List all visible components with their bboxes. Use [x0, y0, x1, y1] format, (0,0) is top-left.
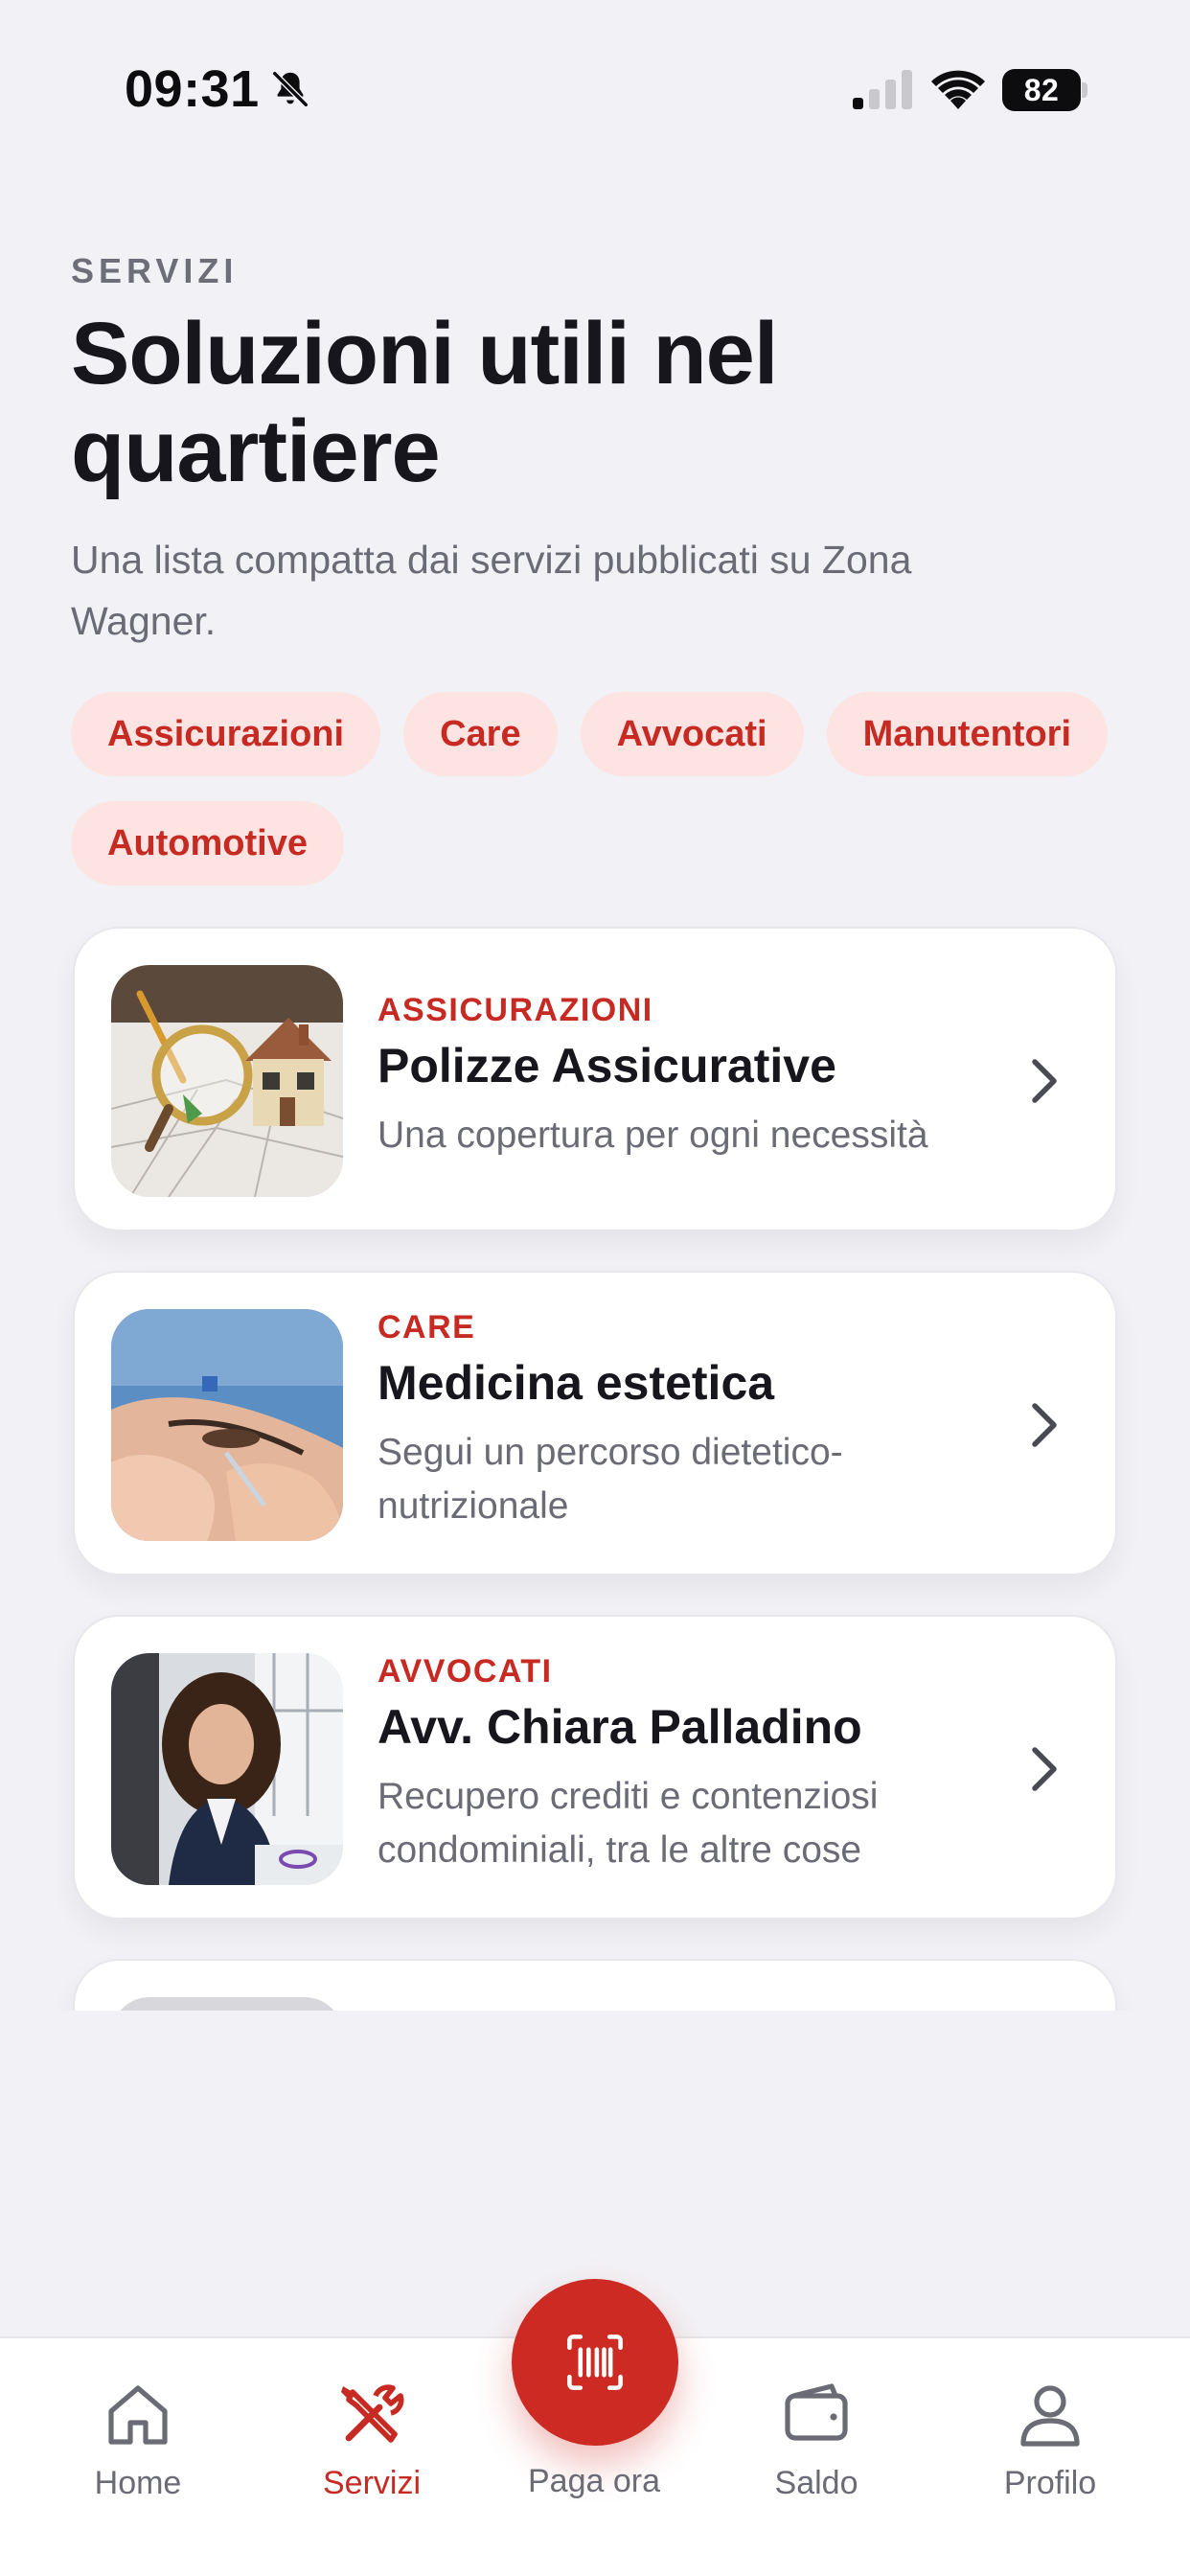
battery-icon: 82 [1002, 69, 1081, 111]
card-title: Avv. Chiara Palladino [378, 1700, 862, 1754]
pay-now-label: Paga ora [528, 2463, 660, 2499]
chevron-right-icon [1032, 1059, 1057, 1103]
user-icon [1020, 2385, 1080, 2447]
pay-now-button[interactable] [512, 2279, 678, 2446]
chip-automotive[interactable]: Automotive [71, 801, 344, 886]
status-time: 09:31 [125, 60, 260, 118]
home-icon [108, 2385, 168, 2445]
card-category: ASSICURAZIONI [378, 992, 653, 1028]
card-description: Recupero crediti e contenziosi condomini… [378, 1776, 879, 1871]
card-title: Medicina estetica [378, 1356, 775, 1410]
tab-label: Home [94, 2465, 182, 2501]
card-description: Una copertura per ogni necessità [378, 1115, 928, 1156]
tools-icon [341, 2384, 404, 2443]
aesthetic-treatment-photo [111, 1309, 343, 1541]
page-subtitle: Una lista compatta dai servizi pubblicat… [71, 538, 912, 643]
tab-label: Profilo [1003, 2465, 1097, 2501]
status-bar: 09:31 82 [0, 0, 1190, 182]
card-category: CARE [378, 1309, 476, 1346]
house-model-magnifier-photo [111, 965, 343, 1197]
page-title: Soluzioni utili nel quartiere [71, 305, 778, 500]
service-card-avv-palladino[interactable]: AVVOCATI Avv. Chiara Palladino Recupero … [73, 1615, 1117, 1920]
service-card-medicina-estetica[interactable]: CARE Medicina estetica Segui un percorso… [73, 1271, 1117, 1576]
category-filter-chips: Assicurazioni Care Avvocati Manutentori … [71, 692, 1125, 886]
chip-assicurazioni[interactable]: Assicurazioni [71, 692, 381, 776]
tab-saldo[interactable]: Saldo [721, 2377, 912, 2502]
bell-off-icon [272, 71, 309, 107]
tab-label: Servizi [322, 2465, 422, 2501]
signal-icon [853, 70, 912, 109]
wifi-icon [931, 70, 985, 109]
card-description: Segui un percorso dietetico-nutrizionale [378, 1432, 843, 1527]
wallet-icon [785, 2383, 848, 2441]
card-title: Polizze Assicurative [378, 1039, 836, 1092]
chip-manutentori[interactable]: Manutentori [826, 692, 1109, 776]
tab-home[interactable]: Home [42, 2377, 234, 2502]
chevron-right-icon [1032, 1403, 1057, 1447]
tab-label: Saldo [774, 2465, 858, 2501]
barcode-scan-icon [567, 2334, 623, 2390]
service-card-partial[interactable] [73, 1959, 1117, 2011]
chip-avvocati[interactable]: Avvocati [580, 692, 804, 776]
card-thumbnail-placeholder [111, 1997, 343, 2011]
tab-servizi[interactable]: Servizi [276, 2377, 468, 2502]
tab-profilo[interactable]: Profilo [954, 2377, 1146, 2502]
lawyer-portrait-photo [111, 1653, 343, 1885]
services-list: ASSICURAZIONI Polizze Assicurative Una c… [0, 922, 1190, 2011]
card-category: AVVOCATI [378, 1653, 553, 1690]
chip-care[interactable]: Care [403, 692, 558, 776]
battery-tip [1082, 82, 1087, 98]
section-eyebrow: SERVIZI [71, 251, 239, 290]
service-card-polizze[interactable]: ASSICURAZIONI Polizze Assicurative Una c… [73, 927, 1117, 1231]
chevron-right-icon [1032, 1747, 1057, 1791]
